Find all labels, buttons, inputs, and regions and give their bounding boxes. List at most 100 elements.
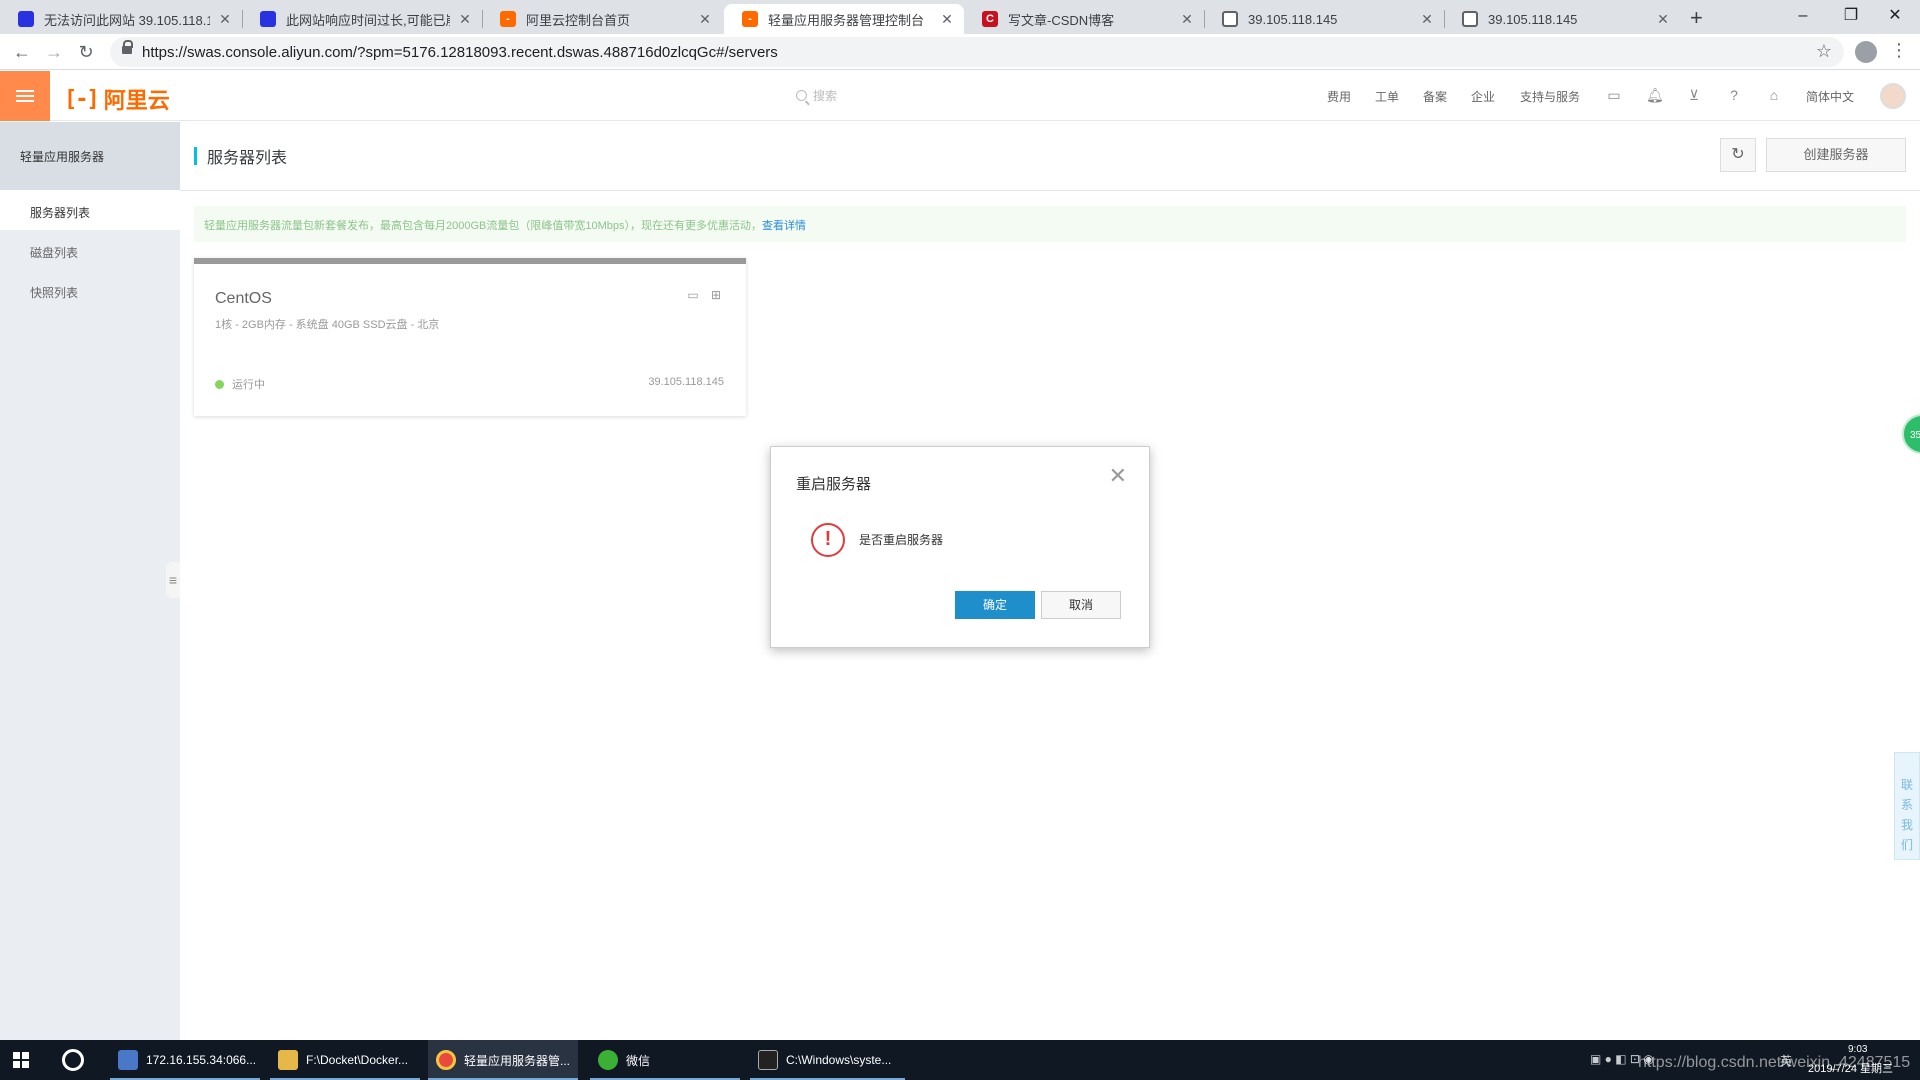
- taskbar-item[interactable]: 微信: [590, 1040, 740, 1080]
- promo-notice: 轻量应用服务器流量包新套餐发布，最高包含每月2000GB流量包（限峰值带宽10M…: [194, 206, 1906, 242]
- status-text: 运行中: [232, 379, 265, 391]
- taskbar-item[interactable]: 172.16.155.34:066...: [110, 1040, 260, 1080]
- sidebar-collapse-icon[interactable]: ≡: [166, 562, 180, 598]
- search-placeholder: 搜索: [813, 89, 838, 103]
- bookmark-star-icon[interactable]: ☆: [1816, 41, 1832, 62]
- profile-icon[interactable]: [1855, 41, 1877, 63]
- server-card[interactable]: CentOS 1核 - 2GB内存 - 系统盘 40GB SSD云盘 - 北京 …: [194, 258, 746, 416]
- browser-tab-active[interactable]: - 轻量应用服务器管理控制台 ✕: [724, 4, 964, 34]
- sidebar: 轻量应用服务器 服务器列表 磁盘列表 快照列表: [0, 122, 180, 1040]
- taskbar-item-label: 轻量应用服务器管...: [464, 1053, 571, 1068]
- bell-icon[interactable]: 🔔︎: [1646, 87, 1664, 103]
- taskbar-item-label: F:\Docket\Docker...: [306, 1053, 409, 1067]
- search-icon: [796, 90, 807, 101]
- nav-support[interactable]: 支持与服务: [1520, 88, 1580, 105]
- server-status: 运行中: [215, 376, 265, 392]
- windows-taskbar: 172.16.155.34:066... F:\Docket\Docker...…: [0, 1040, 1920, 1080]
- tab-title: 写文章-CSDN博客: [1008, 12, 1115, 28]
- csdn-icon: C: [982, 11, 998, 27]
- refresh-button[interactable]: ↻: [1720, 138, 1756, 172]
- server-spec: 1核 - 2GB内存 - 系统盘 40GB SSD云盘 - 北京: [215, 319, 440, 331]
- tab-title: 阿里云控制台首页: [526, 12, 631, 28]
- restart-dialog: 重启服务器 ✕ ! 是否重启服务器 确定 取消: [770, 446, 1150, 648]
- grid-icon[interactable]: ⊞: [709, 288, 723, 302]
- nav-filing[interactable]: 备案: [1423, 88, 1447, 105]
- close-icon[interactable]: ✕: [456, 11, 474, 28]
- windows-start-icon[interactable]: [13, 1052, 29, 1068]
- window-close-icon[interactable]: ✕: [1866, 2, 1920, 32]
- close-icon[interactable]: ✕: [1178, 11, 1196, 28]
- baidu-paw-icon: [260, 11, 276, 27]
- clock-time[interactable]: 9:03: [1848, 1044, 1867, 1055]
- taskbar-item-active[interactable]: 轻量应用服务器管...: [428, 1040, 578, 1080]
- chrome-icon: [436, 1050, 456, 1070]
- search-box[interactable]: 搜索: [796, 87, 837, 104]
- nav-enterprise[interactable]: 企业: [1471, 88, 1495, 105]
- new-tab-icon[interactable]: +: [1690, 5, 1703, 31]
- close-icon[interactable]: ✕: [1654, 11, 1672, 28]
- home-icon[interactable]: ⌂: [1766, 87, 1782, 103]
- terminal-icon[interactable]: ▭: [1606, 87, 1622, 103]
- url-text[interactable]: https://swas.console.aliyun.com/?spm=517…: [142, 44, 778, 61]
- browser-menu-icon[interactable]: ⋮: [1890, 40, 1908, 61]
- status-dot: [215, 379, 224, 389]
- globe-icon: [1462, 11, 1478, 27]
- notice-details-link[interactable]: 查看详情: [762, 220, 806, 232]
- browser-tab[interactable]: 无法访问此网站 39.105.118.145 ✕: [0, 4, 242, 34]
- notice-text: 轻量应用服务器流量包新套餐发布，最高包含每月2000GB流量包（限峰值带宽10M…: [204, 220, 762, 232]
- server-os: CentOS: [215, 290, 272, 307]
- help-icon[interactable]: ?: [1726, 87, 1742, 103]
- sidebar-title: 轻量应用服务器: [0, 122, 180, 190]
- close-icon[interactable]: ✕: [1418, 11, 1436, 28]
- cancel-button[interactable]: 取消: [1041, 591, 1121, 619]
- close-icon[interactable]: ✕: [938, 11, 956, 28]
- globe-icon: [1222, 11, 1238, 27]
- app-swirl-icon[interactable]: [62, 1049, 84, 1071]
- taskbar-item[interactable]: C:\Windows\syste...: [750, 1040, 905, 1080]
- close-icon[interactable]: ✕: [696, 11, 714, 28]
- hamburger-menu-icon[interactable]: [0, 71, 50, 121]
- sidebar-item-disks[interactable]: 磁盘列表: [0, 230, 180, 270]
- close-icon[interactable]: ✕: [216, 11, 234, 28]
- browser-tab[interactable]: 此网站响应时间过长,可能已崩溃 ✕: [242, 4, 482, 34]
- browser-tab[interactable]: 39.105.118.145 ✕: [1444, 4, 1680, 34]
- aliyun-logo[interactable]: [-] 阿里云: [64, 83, 170, 115]
- console-topbar: [-] 阿里云 搜索 费用 工单 备案 企业 支持与服务 ▭ 🔔︎ ⊻ ? ⌂ …: [0, 71, 1920, 121]
- contact-us-tab[interactable]: 联系我们: [1894, 752, 1920, 860]
- page-title: 服务器列表: [207, 150, 288, 167]
- sidebar-item-servers[interactable]: 服务器列表: [0, 190, 180, 230]
- folder-icon: [278, 1050, 298, 1070]
- cart-icon[interactable]: ⊻: [1686, 87, 1702, 103]
- aliyun-icon: -: [500, 11, 516, 27]
- tab-title: 39.105.118.145: [1248, 11, 1338, 27]
- browser-tab-strip: 无法访问此网站 39.105.118.145 ✕ 此网站响应时间过长,可能已崩溃…: [0, 0, 1920, 34]
- nav-ticket[interactable]: 工单: [1375, 88, 1399, 105]
- language-switch[interactable]: 简体中文: [1806, 88, 1854, 105]
- logo-mark: [-]: [64, 86, 100, 112]
- tab-title: 此网站响应时间过长,可能已崩溃: [286, 12, 450, 28]
- card-status-bar: [194, 258, 746, 264]
- taskbar-item-label: 微信: [626, 1053, 651, 1068]
- create-server-button[interactable]: 创建服务器: [1766, 138, 1906, 172]
- clock-date[interactable]: 2019/7/24 星期三: [1808, 1060, 1893, 1076]
- baidu-paw-icon: [18, 11, 34, 27]
- reload-icon[interactable]: ↻: [72, 38, 100, 66]
- remote-desktop-icon: [118, 1050, 138, 1070]
- back-arrow-icon[interactable]: ←: [8, 38, 36, 66]
- avatar[interactable]: [1880, 83, 1906, 109]
- sidebar-item-snapshots[interactable]: 快照列表: [0, 270, 180, 310]
- server-ip: 39.105.118.145: [648, 376, 724, 388]
- nav-billing[interactable]: 费用: [1327, 88, 1351, 105]
- browser-tab[interactable]: C 写文章-CSDN博客 ✕: [964, 4, 1204, 34]
- taskbar-item[interactable]: F:\Docket\Docker...: [270, 1040, 420, 1080]
- browser-tab[interactable]: - 阿里云控制台首页 ✕: [482, 4, 722, 34]
- tab-title: 39.105.118.145: [1488, 11, 1578, 27]
- browser-tab[interactable]: 39.105.118.145 ✕: [1204, 4, 1444, 34]
- confirm-button[interactable]: 确定: [955, 591, 1035, 619]
- dialog-message: 是否重启服务器: [859, 533, 944, 547]
- remote-connect-icon[interactable]: ▭: [686, 288, 700, 302]
- address-bar[interactable]: https://swas.console.aliyun.com/?spm=517…: [110, 37, 1844, 67]
- forward-arrow-icon[interactable]: →: [40, 38, 68, 66]
- taskbar-item-label: C:\Windows\syste...: [786, 1053, 892, 1067]
- close-icon[interactable]: ✕: [1109, 465, 1127, 487]
